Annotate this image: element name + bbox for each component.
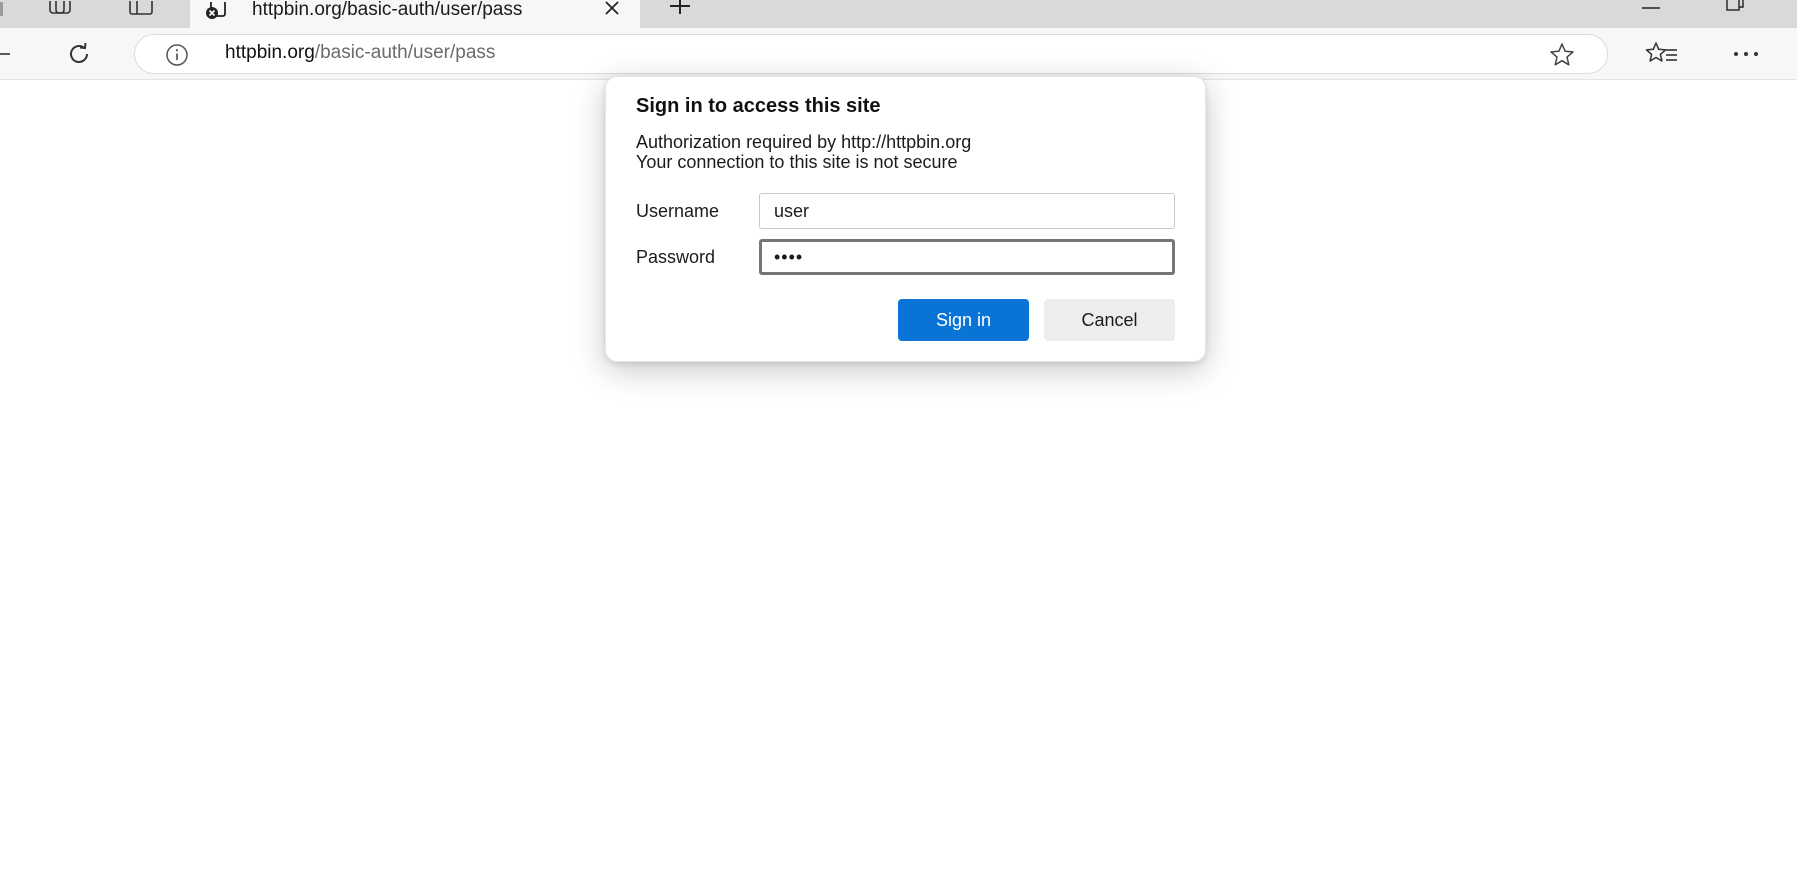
url-host: httpbin.org xyxy=(225,42,315,63)
close-icon[interactable] xyxy=(600,0,624,21)
page-favicon-icon xyxy=(204,0,230,20)
auth-dialog: Sign in to access this site Authorizatio… xyxy=(605,76,1206,362)
info-icon[interactable] xyxy=(165,43,189,67)
cancel-button[interactable]: Cancel xyxy=(1044,299,1175,341)
favorites-icon[interactable] xyxy=(1644,39,1680,69)
tab-active[interactable]: httpbin.org/basic-auth/user/pass xyxy=(190,0,640,28)
workspaces-icon[interactable] xyxy=(44,0,78,22)
username-field[interactable] xyxy=(759,193,1175,229)
url-text[interactable]: httpbin.org/basic-auth/user/pass xyxy=(225,42,495,64)
tab-edge xyxy=(0,0,6,22)
back-arrow-icon[interactable] xyxy=(0,42,20,66)
restore-icon[interactable] xyxy=(1718,0,1752,14)
password-field[interactable] xyxy=(759,239,1175,275)
dialog-message-line2: Your connection to this site is not secu… xyxy=(636,152,958,172)
dialog-message-line1: Authorization required by http://httpbin… xyxy=(636,132,972,152)
refresh-icon[interactable] xyxy=(62,39,96,69)
vertical-tabs-icon[interactable] xyxy=(124,0,158,22)
browser-toolbar: httpbin.org/basic-auth/user/pass xyxy=(0,28,1797,80)
plus-icon[interactable] xyxy=(664,0,696,20)
url-path: /basic-auth/user/pass xyxy=(314,42,496,63)
minimize-icon[interactable] xyxy=(1634,0,1668,18)
more-icon[interactable] xyxy=(1728,39,1764,69)
star-icon[interactable] xyxy=(1547,41,1577,69)
password-label: Password xyxy=(636,247,716,267)
tab-title: httpbin.org/basic-auth/user/pass xyxy=(252,0,523,20)
sign-in-button[interactable]: Sign in xyxy=(898,299,1029,341)
dialog-title: Sign in to access this site xyxy=(636,95,881,117)
address-bar[interactable]: httpbin.org/basic-auth/user/pass xyxy=(134,34,1608,74)
username-label: Username xyxy=(636,201,720,221)
tab-strip: httpbin.org/basic-auth/user/pass xyxy=(0,0,1797,28)
